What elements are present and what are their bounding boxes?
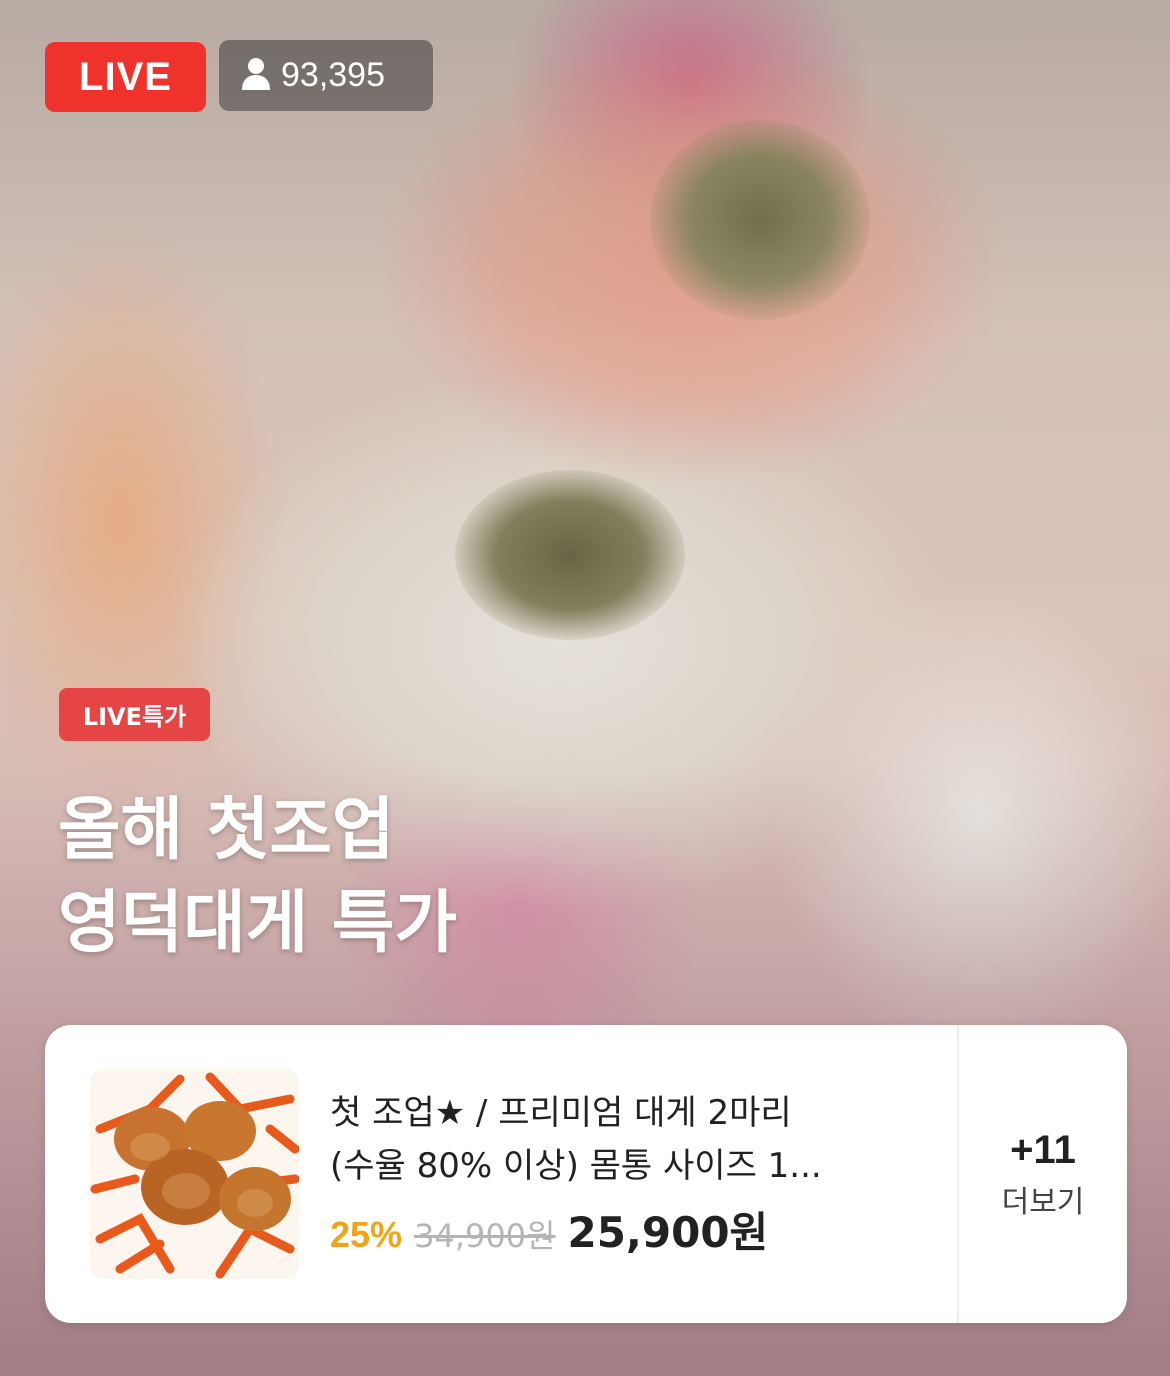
product-card[interactable]: 첫 조업★ / 프리미엄 대게 2마리 (수율 80% 이상) 몸통 사이즈 1… xyxy=(45,1025,1127,1323)
product-name-line-2: (수율 80% 이상) 몸통 사이즈 1... xyxy=(330,1146,822,1186)
headline-line-1: 올해 첫조업 xyxy=(58,791,395,870)
promo-headline: 올해 첫조업 영덕대게 특가 xyxy=(58,784,457,970)
more-products-button[interactable]: +11 더보기 xyxy=(959,1025,1127,1323)
live-sale-tag: LIVE특가 xyxy=(59,688,210,741)
more-products-count: +11 xyxy=(1010,1127,1076,1172)
product-thumbnail[interactable] xyxy=(90,1069,299,1279)
headline-line-2: 영덕대게 특가 xyxy=(58,884,458,963)
product-name-line-1: 첫 조업★ / 프리미엄 대게 2마리 xyxy=(330,1093,792,1133)
product-info[interactable]: 첫 조업★ / 프리미엄 대게 2마리 (수율 80% 이상) 몸통 사이즈 1… xyxy=(330,1087,930,1260)
discount-rate: 25% xyxy=(330,1214,403,1255)
person-icon xyxy=(241,57,271,95)
live-badge: LIVE xyxy=(45,42,206,112)
more-products-label: 더보기 xyxy=(1001,1184,1085,1220)
live-sale-tag-label: LIVE특가 xyxy=(82,703,187,731)
price-row: 25% 34,900원 25,900원 xyxy=(330,1199,930,1260)
live-stream-view[interactable]: LIVE 93,395 LIVE특가 올해 첫조업 영덕대게 특가 첫 조업★ … xyxy=(0,0,1170,1376)
viewer-count: 93,395 xyxy=(281,56,385,94)
viewer-count-badge: 93,395 xyxy=(219,40,433,111)
sale-price: 25,900원 xyxy=(567,1208,769,1257)
live-badge-label: LIVE xyxy=(79,54,172,99)
original-price: 34,900원 xyxy=(414,1217,556,1255)
